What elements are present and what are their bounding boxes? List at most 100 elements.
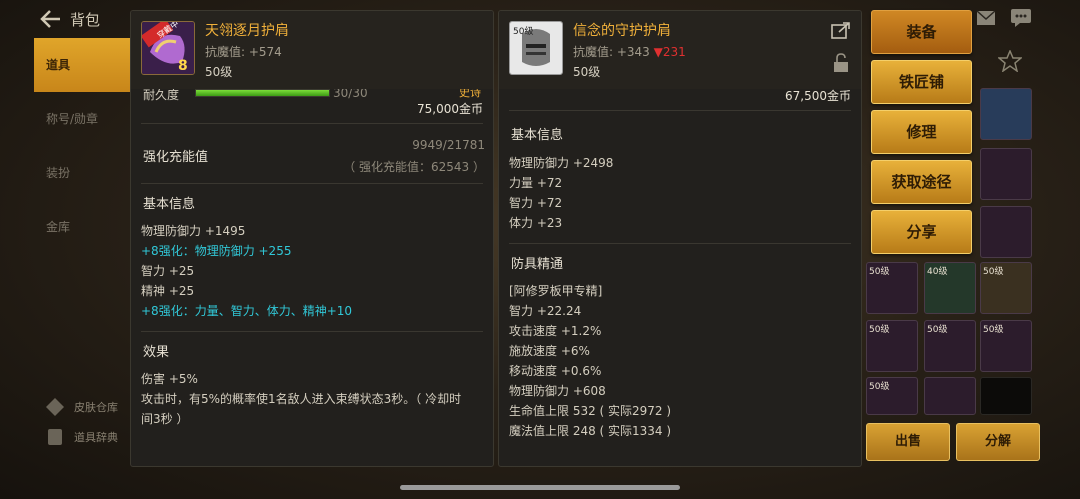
inventory-slot[interactable]: 50级 [866, 377, 918, 415]
inventory-slot[interactable] [980, 206, 1032, 258]
mastery-line: [阿修罗板甲专精] [509, 284, 603, 298]
charge-value: 9949/21781 [412, 138, 485, 152]
mastery-title: 防具精通 [511, 257, 564, 272]
mastery-line: 生命值上限 532 ( 实际2972 ) [509, 404, 672, 418]
compare-basic-title: 基本信息 [511, 128, 564, 143]
durability-bar [195, 89, 330, 97]
slot-level: 50级 [869, 382, 890, 392]
wardrobe-icon [46, 398, 64, 416]
stat-line: 体力 +23 [509, 216, 563, 230]
stat-decrease: ▼231 [653, 45, 686, 59]
obtain-method-button[interactable]: 获取途径 [871, 160, 972, 204]
compare-basic-list: 物理防御力 +2498 力量 +72 智力 +72 体力 +23 [509, 153, 613, 233]
divider [141, 331, 483, 332]
page-title: 背包 [70, 11, 101, 29]
inventory-slot[interactable] [980, 148, 1032, 200]
divider [509, 110, 851, 111]
effect-line: 伤害 +5% [141, 372, 198, 386]
equipped-item-stat: 抗魔值: +574 [205, 45, 282, 59]
inventory-slot[interactable]: 50级 [866, 262, 918, 314]
equipped-item-header: 穿戴中 8 天翎逐月护肩 抗魔值: +574 50级 [131, 11, 493, 89]
inventory-slot[interactable]: 40级 [924, 262, 976, 314]
wardrobe-label: 皮肤仓库 [74, 401, 118, 414]
star-icon[interactable] [998, 50, 1022, 72]
compare-item-icon: 50级 [509, 21, 563, 75]
mail-icon[interactable] [976, 10, 996, 26]
stat-line: 智力 +25 [141, 264, 195, 278]
equipped-item-panel: 穿戴中 8 天翎逐月护肩 抗魔值: +574 50级 耐久度 30/30 史诗 … [130, 10, 494, 467]
effect-line: 攻击时，有5%的概率使1名敌人进入束缚状态3秒。（ 冷却时 [141, 392, 462, 406]
repair-button[interactable]: 修理 [871, 110, 972, 154]
inventory-tabs: 道具 称号/勋章 装扮 金库 [34, 38, 130, 254]
back-arrow-icon[interactable] [40, 9, 62, 29]
stat-line: +8强化：物理防御力 +255 [141, 244, 292, 258]
inventory-slot[interactable]: 50级 [980, 262, 1032, 314]
inventory-slot[interactable]: 50级 [924, 320, 976, 372]
effect-list: 伤害 +5% 攻击时，有5%的概率使1名敌人进入束缚状态3秒。（ 冷却时 间3秒… [141, 369, 461, 429]
equipped-item-level: 50级 [205, 65, 233, 79]
dictionary-link[interactable]: 道具辞典 [44, 422, 118, 452]
compare-level-badge: 50级 [513, 25, 533, 37]
basic-info-list: 物理防御力 +1495 +8强化：物理防御力 +255 智力 +25 精神 +2… [141, 221, 352, 321]
disassemble-button[interactable]: 分解 [956, 423, 1040, 461]
equip-button[interactable]: 装备 [871, 10, 972, 54]
stat-line: 物理防御力 +2498 [509, 156, 614, 170]
compare-item-panel: 50级 信念的守护护肩 抗魔值: +343 ▼231 50级 67,500金币 … [498, 10, 862, 467]
inventory-slot[interactable]: 50级 [866, 320, 918, 372]
stat-line: 力量 +72 [509, 176, 563, 190]
mastery-line: 移动速度 +0.6% [509, 364, 602, 378]
basic-info-title: 基本信息 [143, 197, 196, 212]
disassemble-label: 分解 [984, 434, 1011, 449]
divider [141, 183, 483, 184]
lock-icon[interactable] [833, 53, 849, 73]
wardrobe-link[interactable]: 皮肤仓库 [44, 392, 118, 422]
sell-label: 出售 [894, 434, 921, 449]
dictionary-label: 道具辞典 [74, 431, 118, 444]
divider [509, 243, 851, 244]
charge-sub: （ 强化充能值：62543 ） [343, 160, 485, 174]
mastery-line: 物理防御力 +608 [509, 384, 606, 398]
enhance-level: 8 [178, 58, 188, 74]
stat-line: 智力 +72 [509, 196, 563, 210]
durability-fill [196, 90, 329, 96]
stat-line: 精神 +25 [141, 284, 195, 298]
tab-avatar[interactable]: 装扮 [34, 146, 130, 200]
compare-item-level: 50级 [573, 65, 601, 79]
tab-items[interactable]: 道具 [34, 38, 130, 92]
slot-level: 50级 [983, 325, 1004, 335]
divider [141, 123, 483, 124]
inventory-slot[interactable]: 50级 [980, 320, 1032, 372]
charge-label: 强化充能值 [143, 150, 209, 165]
dictionary-icon [48, 429, 62, 445]
helmet-armor-icon: 50级 [510, 22, 562, 74]
mastery-line: 攻击速度 +1.2% [509, 324, 602, 338]
tab-vault[interactable]: 金库 [34, 200, 130, 254]
compare-price: 67,500金币 [785, 89, 851, 103]
home-indicator[interactable] [400, 485, 680, 490]
chat-icon[interactable] [1010, 8, 1032, 28]
slot-level: 50级 [869, 267, 890, 277]
mastery-line: 魔法值上限 248 ( 实际1334 ) [509, 424, 672, 438]
compare-item-header: 50级 信念的守护护肩 抗魔值: +343 ▼231 50级 [499, 11, 861, 89]
share-icon[interactable] [831, 21, 851, 39]
equipped-price: 75,000金币 [417, 102, 483, 116]
left-bottom-links: 皮肤仓库 道具辞典 [44, 392, 118, 452]
slot-level: 50级 [983, 267, 1004, 277]
equipped-item-name: 天翎逐月护肩 [205, 23, 289, 39]
slot-level: 50级 [869, 325, 890, 335]
inventory-slot[interactable] [924, 377, 976, 415]
compare-item-stat: 抗魔值: +343 ▼231 [573, 43, 686, 60]
shoulder-armor-icon: 穿戴中 8 [142, 22, 194, 74]
effect-title: 效果 [143, 345, 170, 360]
blacksmith-button[interactable]: 铁匠铺 [871, 60, 972, 104]
inventory-slot-empty[interactable] [980, 377, 1032, 415]
stat-line: 物理防御力 +1495 [141, 224, 246, 238]
sell-button[interactable]: 出售 [866, 423, 950, 461]
slot-level: 40级 [927, 267, 948, 277]
slot-level: 50级 [927, 325, 948, 335]
inventory-slot[interactable] [980, 88, 1032, 140]
equipped-item-icon: 穿戴中 8 [141, 21, 195, 75]
tab-titles[interactable]: 称号/勋章 [34, 92, 130, 146]
mastery-line: 智力 +22.24 [509, 304, 582, 318]
share-button[interactable]: 分享 [871, 210, 972, 254]
